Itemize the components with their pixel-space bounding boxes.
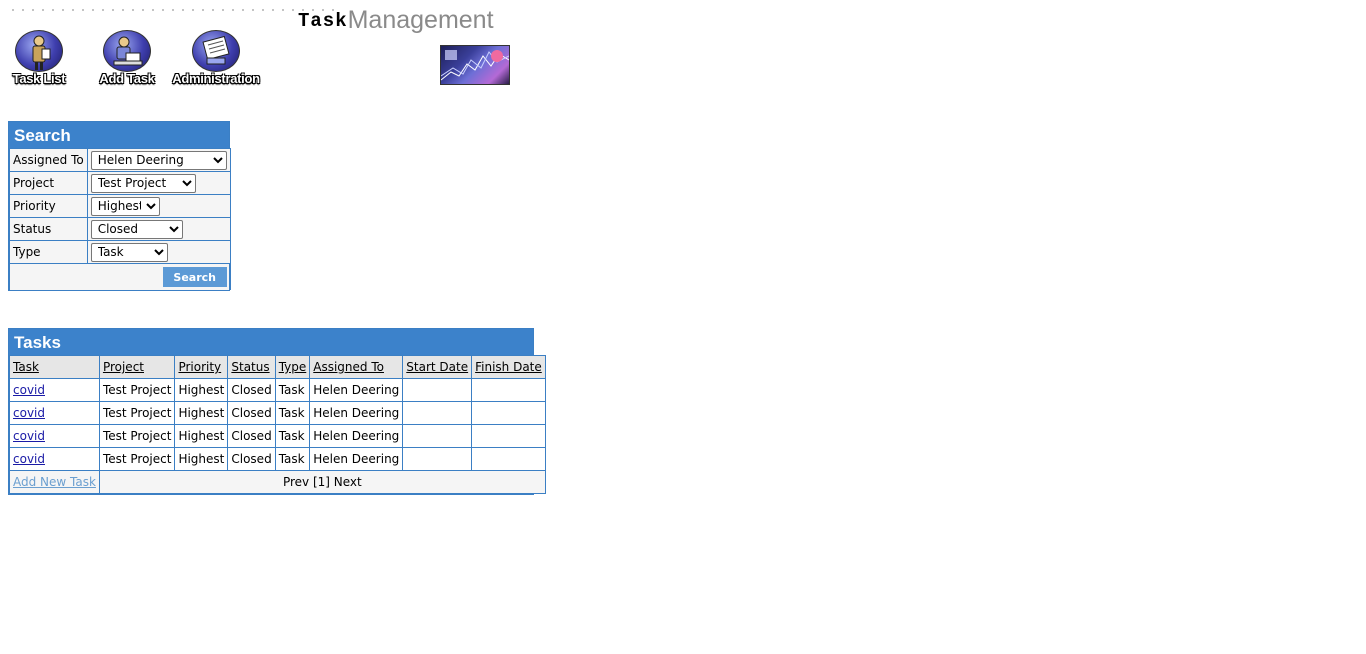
type-cell: Task xyxy=(274,378,311,402)
tasks-table: Task Project Priority Status Type Assign… xyxy=(9,355,546,494)
assigned-to-cell: Helen Deering xyxy=(309,424,404,448)
type-cell: Task xyxy=(274,401,311,425)
add-new-task-link[interactable]: Add New Task xyxy=(13,475,96,489)
search-row-status: Status Closed xyxy=(9,217,231,241)
tasks-footer-row: Add New Task Prev [1] Next xyxy=(9,470,546,494)
nav-task-list-button[interactable]: Task List xyxy=(0,30,84,86)
nav-add-task-button[interactable]: Add Task xyxy=(82,30,172,86)
search-panel: Search Assigned To Helen Deering Project… xyxy=(8,121,231,291)
assigned-to-cell: Helen Deering xyxy=(309,447,404,471)
logo-management-text: Management xyxy=(347,6,494,34)
logo-task-text: Task xyxy=(298,10,348,32)
assigned-to-cell: Helen Deering xyxy=(309,378,404,402)
col-project[interactable]: Project xyxy=(98,355,176,379)
nav-add-task-label: Add Task xyxy=(99,71,155,86)
project-label: Project xyxy=(9,171,88,195)
priority-label: Priority xyxy=(9,194,88,218)
priority-cell: Highest xyxy=(174,447,229,471)
priority-cell: Highest xyxy=(174,401,229,425)
assigned-to-label: Assigned To xyxy=(9,148,88,172)
nav-administration-label: Administration xyxy=(172,71,260,86)
type-cell: Task xyxy=(274,447,311,471)
priority-cell: Highest xyxy=(174,378,229,402)
pager-page-1[interactable]: [1] xyxy=(313,475,330,489)
status-cell: Closed xyxy=(227,424,276,448)
col-assigned-to[interactable]: Assigned To xyxy=(309,355,404,379)
tasks-header-row: Task Project Priority Status Type Assign… xyxy=(9,355,546,379)
type-cell: Task xyxy=(274,424,311,448)
search-button[interactable]: Search xyxy=(162,267,227,287)
status-label: Status xyxy=(9,217,88,241)
finish-date-cell xyxy=(471,424,546,448)
start-date-cell xyxy=(402,378,473,402)
project-cell: Test Project xyxy=(98,378,176,402)
nav-administration-button[interactable]: Administration xyxy=(171,30,261,86)
start-date-cell xyxy=(402,447,473,471)
table-row: covid Test Project Highest Closed Task H… xyxy=(9,378,546,402)
assigned-to-cell: Helen Deering xyxy=(309,401,404,425)
project-cell: Test Project xyxy=(98,401,176,425)
nav-task-list-label: Task List xyxy=(12,71,66,86)
search-row-project: Project Test Project xyxy=(9,171,231,195)
search-panel-title: Search xyxy=(9,122,229,149)
status-cell: Closed xyxy=(227,378,276,402)
col-priority[interactable]: Priority xyxy=(174,355,229,379)
start-date-cell xyxy=(402,401,473,425)
status-select[interactable]: Closed xyxy=(90,219,183,239)
col-finish-date[interactable]: Finish Date xyxy=(471,355,546,379)
pager-next[interactable]: Next xyxy=(334,475,362,489)
status-cell: Closed xyxy=(227,447,276,471)
start-date-cell xyxy=(402,424,473,448)
finish-date-cell xyxy=(471,447,546,471)
col-task[interactable]: Task xyxy=(9,355,100,379)
type-label: Type xyxy=(9,240,88,264)
header-dotted-line xyxy=(8,9,338,11)
table-row: covid Test Project Highest Closed Task H… xyxy=(9,447,546,471)
task-link[interactable]: covid xyxy=(13,429,45,443)
task-link[interactable]: covid xyxy=(13,452,45,466)
app-logo: TaskManagement xyxy=(298,6,494,34)
administration-icon xyxy=(192,30,240,72)
pager-prev[interactable]: Prev xyxy=(283,475,309,489)
col-type[interactable]: Type xyxy=(274,355,311,379)
pager: Prev [1] Next xyxy=(98,470,546,494)
type-select[interactable]: Task xyxy=(90,242,168,262)
priority-select[interactable]: Highest xyxy=(90,196,160,216)
task-list-icon xyxy=(15,30,63,72)
project-select[interactable]: Test Project xyxy=(90,173,196,193)
assigned-to-select[interactable]: Helen Deering xyxy=(90,150,227,170)
col-start-date[interactable]: Start Date xyxy=(402,355,473,379)
search-row-assigned-to: Assigned To Helen Deering xyxy=(9,148,231,172)
add-task-icon xyxy=(103,30,151,72)
table-row: covid Test Project Highest Closed Task H… xyxy=(9,424,546,448)
table-row: covid Test Project Highest Closed Task H… xyxy=(9,401,546,425)
tasks-panel-title: Tasks xyxy=(9,329,533,356)
search-row-type: Type Task xyxy=(9,240,231,264)
header-banner-image xyxy=(440,45,510,85)
finish-date-cell xyxy=(471,378,546,402)
search-row-priority: Priority Highest xyxy=(9,194,231,218)
project-cell: Test Project xyxy=(98,424,176,448)
search-form: Assigned To Helen Deering Project Test P… xyxy=(9,148,231,290)
col-status[interactable]: Status xyxy=(227,355,276,379)
priority-cell: Highest xyxy=(174,424,229,448)
task-link[interactable]: covid xyxy=(13,406,45,420)
task-link[interactable]: covid xyxy=(13,383,45,397)
tasks-panel: Tasks Task Project Priority Status Type … xyxy=(8,328,546,495)
status-cell: Closed xyxy=(227,401,276,425)
finish-date-cell xyxy=(471,401,546,425)
project-cell: Test Project xyxy=(98,447,176,471)
